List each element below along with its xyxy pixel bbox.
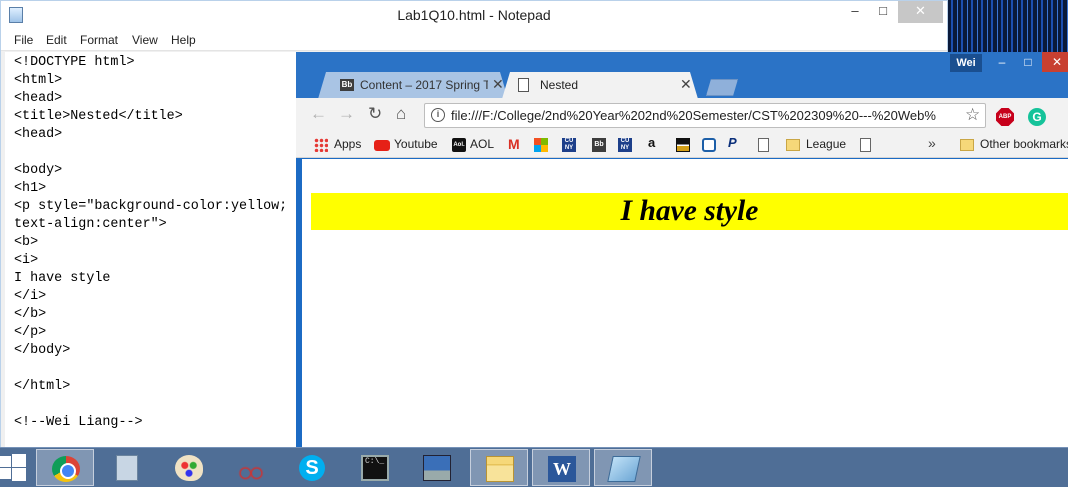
menu-edit[interactable]: Edit (46, 33, 67, 47)
blackboard-icon: Bb (341, 80, 353, 89)
bookmark-apps[interactable]: Apps (334, 137, 361, 151)
shield-icon[interactable] (702, 138, 716, 152)
page-viewport: I have style (302, 159, 1068, 447)
aol-icon[interactable]: Aol. (452, 138, 466, 152)
taskbar-notepad[interactable] (594, 449, 652, 486)
bookmark-star-icon[interactable]: ☆ (965, 105, 980, 125)
tab-close-icon[interactable]: ✕ (680, 76, 692, 93)
home-button[interactable]: ⌂ (396, 104, 406, 124)
start-windows-icon[interactable] (0, 454, 26, 482)
apps-grid-icon[interactable] (314, 138, 328, 152)
document-icon[interactable] (860, 138, 871, 152)
tab-label: Nested (540, 78, 579, 92)
bookmark-other[interactable]: Other bookmarks (980, 137, 1068, 151)
tab-label: Content – 2017 Spring Te (360, 78, 488, 92)
taskbar-file-explorer[interactable] (470, 449, 528, 486)
profile-button[interactable]: Wei (950, 54, 982, 72)
chrome-maximize-button[interactable]: □ (1016, 52, 1040, 72)
desktop-wallpaper (948, 0, 1068, 56)
taskbar-command-prompt[interactable]: C:\_ (346, 449, 404, 486)
bookmark-youtube[interactable]: Youtube (394, 137, 438, 151)
cuny-icon[interactable]: CU NY (618, 138, 632, 152)
menu-format[interactable]: Format (80, 33, 118, 47)
menu-view[interactable]: View (132, 33, 158, 47)
notepad-maximize-button[interactable]: □ (869, 1, 897, 23)
new-tab-button[interactable] (706, 79, 738, 96)
tab-content-blackboard[interactable]: Bb Content – 2017 Spring Te ✕ (318, 72, 508, 99)
tab-nested[interactable]: Nested ✕ (502, 72, 698, 99)
youtube-icon[interactable] (374, 140, 390, 151)
back-button[interactable]: ← (310, 104, 327, 124)
taskbar-remote-desktop[interactable] (408, 449, 466, 486)
url-text[interactable]: file:///F:/College/2nd%20Year%202nd%20Se… (451, 108, 961, 123)
notepad-minimize-button[interactable]: – (841, 1, 869, 23)
blackboard-icon[interactable]: Bb (592, 138, 606, 152)
chrome-icon (52, 456, 80, 482)
paypal-icon[interactable]: P (728, 135, 740, 153)
styled-paragraph: I have style (311, 193, 1068, 230)
remote-desktop-icon (423, 455, 451, 481)
taskbar-snipping-tool[interactable] (222, 449, 280, 486)
grammarly-icon[interactable]: G (1028, 108, 1046, 126)
cuny-icon[interactable]: CU NY (562, 138, 576, 152)
menu-help[interactable]: Help (171, 33, 196, 47)
taskbar-chrome[interactable] (36, 449, 94, 486)
bookmark-aol[interactable]: AOL (470, 137, 494, 151)
bookmarks-bar: Apps Youtube Aol. AOL M CU NY Bb CU NY a… (296, 132, 1068, 158)
folder-icon[interactable] (786, 139, 800, 151)
address-bar[interactable]: i file:///F:/College/2nd%20Year%202nd%20… (424, 103, 986, 128)
document-icon[interactable] (758, 138, 769, 152)
word-icon: W (548, 456, 576, 482)
gmail-icon[interactable]: M (508, 136, 524, 152)
notepad-close-button[interactable]: ✕ (898, 1, 943, 23)
menu-file[interactable]: File (14, 33, 33, 47)
microsoft-icon[interactable] (534, 138, 548, 152)
terminal-icon: C:\_ (361, 455, 389, 481)
adblock-plus-icon[interactable]: ABP (996, 108, 1014, 126)
taskbar-word[interactable]: W (532, 449, 590, 486)
notepad-title: Lab1Q10.html - Notepad (397, 7, 551, 23)
scissors-icon (237, 455, 265, 481)
chrome-toolbar: ← → ↻ ⌂ i file:///F:/College/2nd%20Year%… (296, 98, 1068, 132)
reload-button[interactable]: ↻ (368, 104, 382, 124)
taskbar: S C:\_ W (0, 447, 1068, 487)
amazon-icon[interactable]: a (648, 135, 662, 153)
paint-palette-icon (175, 455, 203, 481)
chrome-close-button[interactable]: ✕ (1042, 52, 1068, 72)
notepad-text-area[interactable]: <!DOCTYPE html> <html> <head> <title>Nes… (5, 52, 297, 448)
folder-icon[interactable] (960, 139, 974, 151)
skype-icon: S (299, 455, 325, 481)
calculator-icon (116, 455, 138, 481)
taskbar-skype[interactable]: S (284, 449, 342, 486)
info-icon[interactable]: i (431, 108, 445, 122)
taskbar-paint[interactable] (160, 449, 218, 486)
folder-icon (486, 456, 514, 482)
chrome-window: Wei – □ ✕ Bb Content – 2017 Spring Te ✕ … (296, 52, 1068, 447)
forward-button[interactable]: → (338, 104, 355, 124)
notepad-titlebar[interactable]: Lab1Q10.html - Notepad – □ ✕ (1, 1, 947, 31)
notepad-menubar: File Edit Format View Help (1, 31, 947, 51)
shopping-bag-icon[interactable] (676, 138, 690, 152)
taskbar-calculator[interactable] (98, 449, 156, 486)
more-bookmarks-chevron-icon[interactable]: » (928, 135, 936, 151)
notepad-icon (607, 456, 641, 482)
chrome-minimize-button[interactable]: – (990, 52, 1014, 72)
bookmark-league[interactable]: League (806, 137, 846, 151)
tab-close-icon[interactable]: ✕ (492, 76, 504, 93)
document-icon (518, 78, 529, 92)
chrome-titlebar[interactable]: Wei – □ ✕ Bb Content – 2017 Spring Te ✕ … (296, 52, 1068, 98)
